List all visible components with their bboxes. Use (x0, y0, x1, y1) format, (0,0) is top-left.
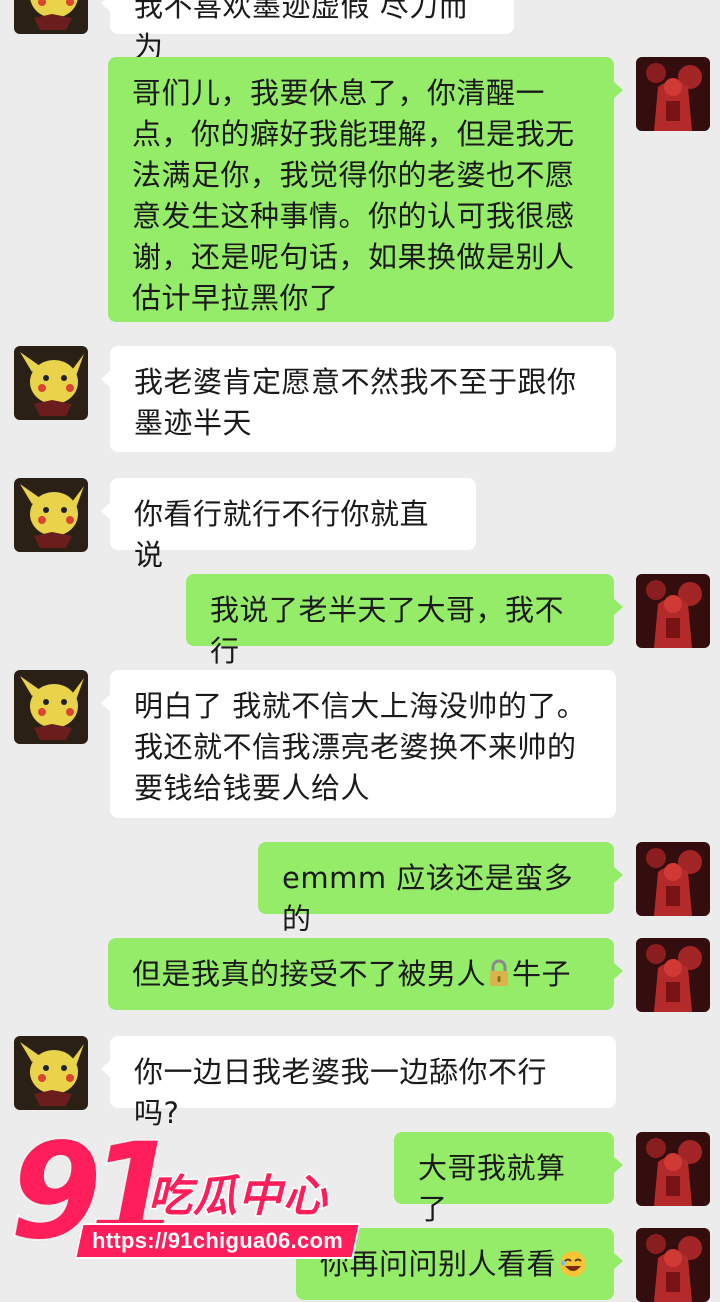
message-text: 大哥我就算了 (418, 1151, 566, 1226)
contact-avatar[interactable] (14, 478, 88, 552)
contact-avatar[interactable] (14, 670, 88, 744)
message-bubble[interactable]: 我老婆肯定愿意不然我不至于跟你墨迹半天 (101, 346, 616, 452)
message-bubble[interactable]: 大哥我就算了 (394, 1132, 623, 1226)
contact-avatar[interactable] (14, 0, 88, 34)
message-bubble[interactable]: 但是我真的接受不了被男人 牛子 (108, 938, 623, 1010)
my-avatar[interactable] (636, 1228, 710, 1302)
message-text: 哥们儿，我要休息了，你清醒一点，你的癖好我能理解，但是我无法满足你，我觉得你的老… (132, 76, 575, 315)
lock-icon (488, 957, 510, 986)
message-bubble[interactable]: 我说了老半天了大哥，我不行 (186, 574, 623, 668)
laughing-emoji-icon (558, 1249, 588, 1279)
chat-view: 我不喜欢墨迹虚假 尽力而为 哥们儿，我要休息了，你清醒一点，你的癖好我能理解，但… (0, 0, 720, 1302)
contact-avatar[interactable] (14, 346, 88, 420)
message-text: 我不喜欢墨迹虚假 尽力而为 (134, 0, 469, 64)
message-text: 我老婆肯定愿意不然我不至于跟你墨迹半天 (134, 365, 577, 440)
message-bubble[interactable]: emmm 应该还是蛮多的 (258, 842, 623, 936)
message-bubble[interactable]: 哥们儿，我要休息了，你清醒一点，你的癖好我能理解，但是我无法满足你，我觉得你的老… (108, 57, 623, 322)
my-avatar[interactable] (636, 1132, 710, 1206)
message-text: 我说了老半天了大哥，我不行 (210, 593, 565, 668)
message-text: 你一边日我老婆我一边舔你不行吗? (134, 1055, 548, 1130)
message-text: 你看行就行不行你就直说 (134, 497, 430, 572)
message-bubble[interactable]: 我不喜欢墨迹虚假 尽力而为 (101, 0, 514, 64)
my-avatar[interactable] (636, 842, 710, 916)
message-bubble[interactable]: 你看行就行不行你就直说 (101, 478, 476, 572)
message-bubble[interactable]: 你一边日我老婆我一边舔你不行吗? (101, 1036, 616, 1130)
watermark-url: https://91chigua06.com (92, 1228, 344, 1253)
message-text-part: 但是我真的接受不了被男人 (132, 957, 487, 991)
site-watermark: 91 吃瓜中心 https://91chigua06.com (8, 1124, 361, 1266)
message-text: emmm 应该还是蛮多的 (282, 861, 574, 936)
message-text-part: 牛子 (512, 957, 572, 991)
my-avatar[interactable] (636, 574, 710, 648)
my-avatar[interactable] (636, 57, 710, 131)
contact-avatar[interactable] (14, 1036, 88, 1110)
message-text: 明白了 我就不信大上海没帅的了。我还就不信我漂亮老婆换不来帅的 要钱给钱要人给人 (134, 689, 587, 805)
watermark-url-banner: https://91chigua06.com (74, 1223, 361, 1259)
watermark-name: 吃瓜中心 (147, 1170, 329, 1223)
message-bubble[interactable]: 明白了 我就不信大上海没帅的了。我还就不信我漂亮老婆换不来帅的 要钱给钱要人给人 (101, 670, 616, 818)
my-avatar[interactable] (636, 938, 710, 1012)
